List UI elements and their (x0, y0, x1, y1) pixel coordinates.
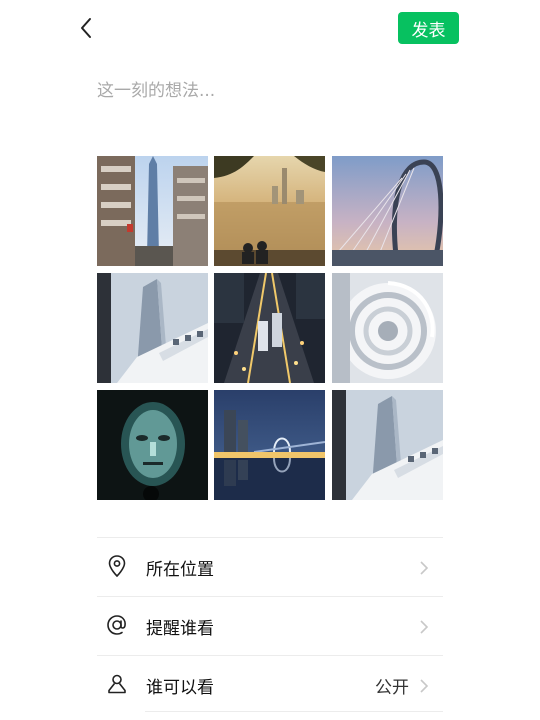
photo-thumbnail-spiral-staircase[interactable] (332, 273, 443, 383)
mention-row[interactable]: 提醒谁看 (97, 596, 443, 655)
photo-thumbnail-light-face[interactable] (97, 390, 208, 500)
chevron-right-icon (420, 620, 429, 634)
chevron-right-icon (420, 679, 429, 693)
photo-thumbnail-street-skyscraper[interactable] (97, 156, 208, 266)
person-icon (108, 674, 126, 694)
divider (145, 711, 443, 712)
options-menu: 所在位置 提醒谁看 谁可以看 公开 (97, 537, 443, 714)
visibility-row[interactable]: 谁可以看 公开 (97, 655, 443, 714)
chevron-left-icon (81, 18, 91, 38)
photo-thumbnail-cable-bridge[interactable] (332, 156, 443, 266)
location-label: 所在位置 (146, 560, 214, 580)
photo-thumbnail-night-avenue[interactable] (214, 273, 325, 383)
top-bar: 发表 (0, 0, 540, 56)
photo-grid (97, 156, 443, 501)
photo-thumbnail-white-tower[interactable] (97, 273, 208, 383)
visibility-label: 谁可以看 (146, 678, 214, 698)
back-button[interactable] (72, 12, 100, 44)
mention-label: 提醒谁看 (146, 619, 214, 639)
at-sign-icon (107, 615, 126, 635)
photo-thumbnail-lake-sunset[interactable] (214, 156, 325, 266)
publish-button[interactable]: 发表 (398, 12, 459, 44)
photo-thumbnail-skyline-reflection[interactable] (214, 390, 325, 500)
thought-input[interactable] (97, 76, 443, 106)
location-row[interactable]: 所在位置 (97, 537, 443, 596)
location-pin-icon (108, 555, 126, 578)
photo-thumbnail-white-tower-2[interactable] (332, 390, 443, 500)
visibility-value: 公开 (375, 678, 409, 698)
chevron-right-icon (420, 561, 429, 575)
